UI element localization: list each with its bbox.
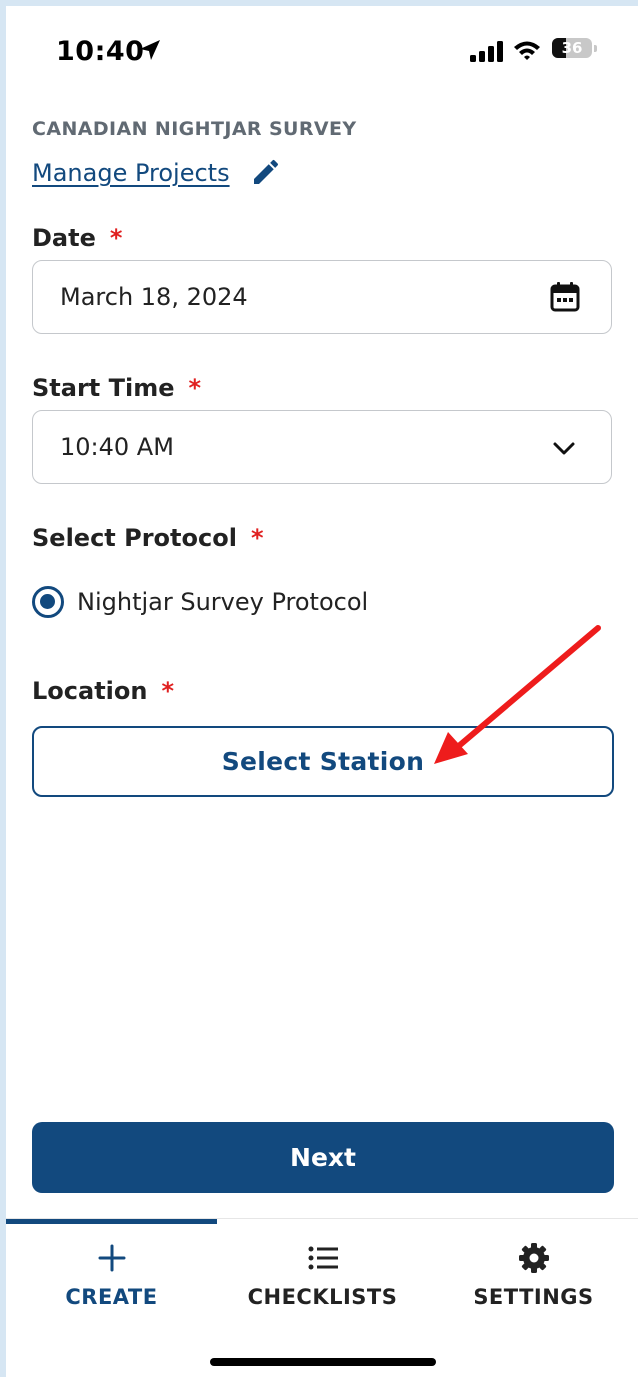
- tab-create[interactable]: CREATE: [6, 1241, 217, 1309]
- required-marker: *: [250, 524, 264, 552]
- active-tab-indicator: [6, 1219, 217, 1224]
- bottom-tab-bar: CREATE CHECKLISTS SETTINGS: [6, 1218, 638, 1377]
- project-name: CANADIAN NIGHTJAR SURVEY: [32, 118, 357, 140]
- chevron-down-icon: [553, 442, 575, 455]
- app-screen: 10:40 36 CANADIAN NIGHTJAR SURVEY Manage…: [6, 6, 638, 1377]
- location-label: Location *: [32, 677, 174, 705]
- select-station-button[interactable]: Select Station: [32, 726, 614, 797]
- location-arrow-icon: [140, 40, 160, 60]
- start-time-select[interactable]: 10:40 AM: [32, 410, 612, 484]
- status-time: 10:40: [56, 36, 145, 67]
- tab-create-label: CREATE: [65, 1285, 158, 1309]
- start-time-label-text: Start Time: [32, 374, 175, 402]
- manage-projects-link[interactable]: Manage Projects: [32, 159, 230, 187]
- start-time-value: 10:40 AM: [60, 433, 174, 461]
- protocol-option-label[interactable]: Nightjar Survey Protocol: [77, 588, 368, 616]
- start-time-label: Start Time *: [32, 374, 201, 402]
- required-marker: *: [109, 224, 123, 252]
- calendar-icon[interactable]: [549, 281, 581, 313]
- tab-settings[interactable]: SETTINGS: [428, 1241, 638, 1309]
- location-label-text: Location: [32, 677, 148, 705]
- date-label-text: Date: [32, 224, 96, 252]
- gear-icon: [518, 1243, 549, 1273]
- required-marker: *: [188, 374, 202, 402]
- date-field[interactable]: March 18, 2024: [32, 260, 612, 334]
- battery-level: 36: [561, 39, 583, 57]
- tab-checklists-label: CHECKLISTS: [247, 1285, 398, 1309]
- list-icon: [308, 1246, 338, 1270]
- required-marker: *: [161, 677, 175, 705]
- protocol-label-text: Select Protocol: [32, 524, 237, 552]
- tab-settings-label: SETTINGS: [473, 1285, 594, 1309]
- battery-icon: 36: [552, 36, 600, 62]
- edit-pencil-icon[interactable]: [250, 156, 282, 188]
- date-label: Date *: [32, 224, 122, 252]
- protocol-label: Select Protocol *: [32, 524, 264, 552]
- wifi-icon: [514, 41, 540, 60]
- tab-checklists[interactable]: CHECKLISTS: [217, 1241, 428, 1309]
- plus-icon: [98, 1244, 125, 1272]
- protocol-radio[interactable]: [32, 586, 64, 618]
- cellular-signal-icon: [470, 41, 503, 62]
- home-indicator: [210, 1358, 436, 1366]
- date-value: March 18, 2024: [60, 283, 248, 311]
- next-button[interactable]: Next: [32, 1122, 614, 1193]
